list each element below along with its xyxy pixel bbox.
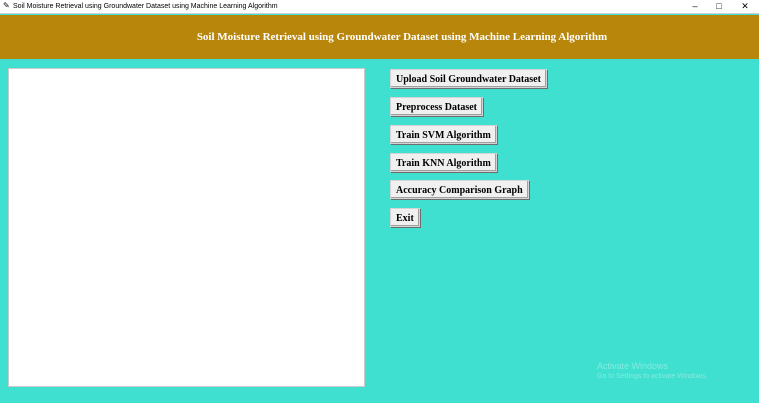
window-titlebar: ✎ Soil Moisture Retrieval using Groundwa… — [0, 0, 759, 14]
preprocess-dataset-button[interactable]: Preprocess Dataset — [390, 97, 483, 116]
maximize-button[interactable]: □ — [708, 0, 730, 13]
feather-icon: ✎ — [3, 1, 10, 10]
header-banner: Soil Moisture Retrieval using Groundwate… — [0, 15, 759, 59]
page-title: Soil Moisture Retrieval using Groundwate… — [196, 31, 608, 43]
minimize-button[interactable]: – — [684, 0, 706, 13]
output-text-area[interactable] — [8, 68, 365, 387]
train-svm-button[interactable]: Train SVM Algorithm — [390, 125, 497, 144]
close-button[interactable]: ✕ — [734, 0, 756, 13]
exit-button[interactable]: Exit — [390, 208, 420, 227]
watermark-title: Activate Windows — [597, 361, 669, 371]
activate-windows-watermark: Activate Windows Go to Settings to activ… — [597, 361, 708, 382]
window-title: Soil Moisture Retrieval using Groundwate… — [13, 3, 278, 10]
watermark-subtitle: Go to Settings to activate Windows. — [597, 373, 708, 380]
upload-dataset-button[interactable]: Upload Soil Groundwater Dataset — [390, 69, 547, 88]
accuracy-graph-button[interactable]: Accuracy Comparison Graph — [390, 180, 529, 199]
train-knn-button[interactable]: Train KNN Algorithm — [390, 153, 497, 172]
